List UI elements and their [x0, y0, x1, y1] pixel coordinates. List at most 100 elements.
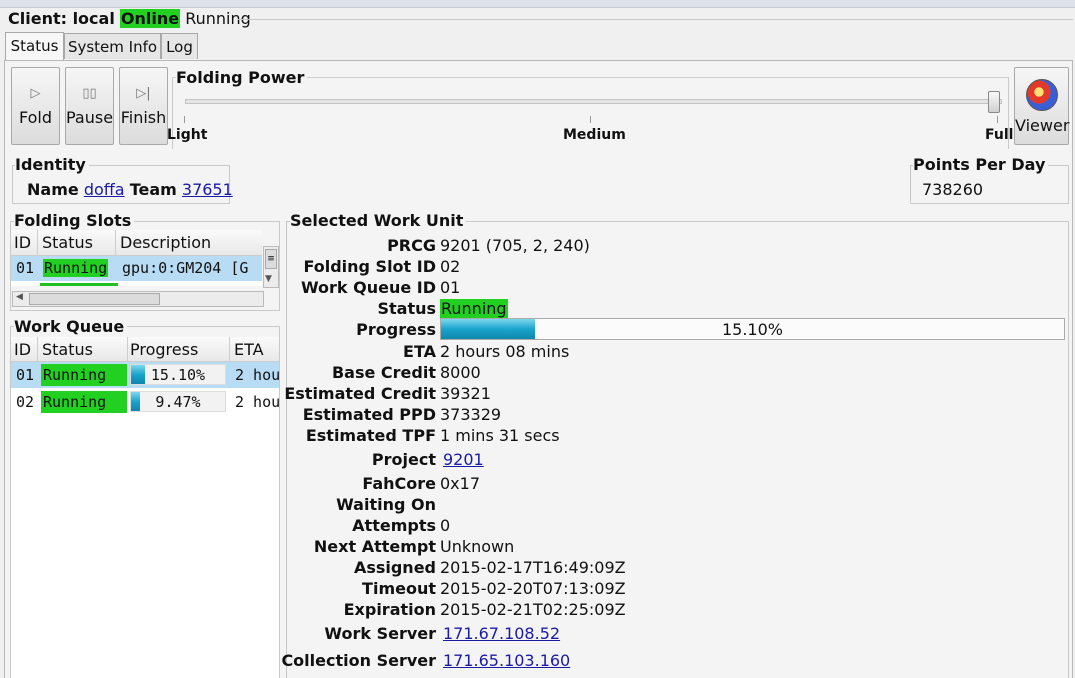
name-label: Name [27, 180, 79, 199]
col-divider [127, 337, 128, 361]
prcg-value: 9201 (705, 2, 240) [440, 236, 590, 255]
window-top-strip [0, 0, 1075, 8]
work-queue-title: Work Queue [14, 317, 128, 336]
identity-row: Name doffa Team 37651 [27, 180, 233, 199]
base-credit-label: Base Credit [331, 363, 436, 382]
pause-icon: ▯▯ [82, 86, 97, 101]
col-divider [37, 230, 38, 255]
power-full-label: Full [985, 127, 1014, 143]
tick-light [184, 116, 185, 123]
estimated-credit-value: 39321 [440, 384, 491, 403]
folding-power-title: Folding Power [176, 68, 308, 87]
slot-id-value: 02 [440, 257, 461, 276]
status-label: Status [377, 299, 436, 318]
slots-horizontal-scrollbar[interactable]: ◀ [12, 291, 264, 307]
scroll-down-icon[interactable]: ▼ [265, 274, 272, 284]
ppd-title: Points Per Day [913, 155, 1049, 174]
viewer-button[interactable]: Viewer [1014, 67, 1069, 145]
status-value: Running [440, 299, 508, 318]
table-row[interactable]: 02 Running 9.47% 2 hou [11, 389, 279, 415]
queue-eta: 2 hou [235, 393, 279, 411]
estimated-credit-label: Estimated Credit [284, 384, 436, 403]
queue-id: 02 [16, 393, 35, 411]
estimated-tpf-label: Estimated TPF [305, 426, 436, 445]
queue-col-status[interactable]: Status [42, 340, 93, 359]
fahcore-label: FahCore [362, 474, 436, 493]
wu-progress-bar: 15.10% [440, 318, 1065, 340]
collection-server-label: Collection Server [281, 651, 436, 670]
table-row[interactable]: 01 Running gpu:0:GM204 [G [11, 256, 262, 281]
queue-col-progress[interactable]: Progress [130, 340, 198, 359]
fold-label: Fold [18, 108, 53, 127]
work-server-label: Work Server [324, 624, 436, 643]
queue-id: 01 [16, 366, 35, 384]
work-server-link[interactable]: 171.67.108.52 [443, 624, 560, 643]
estimated-ppd-label: Estimated PPD [302, 405, 436, 424]
wu-progress-text: 15.10% [721, 320, 783, 339]
attempts-label: Attempts [352, 516, 436, 535]
progress-label: Progress [356, 320, 436, 339]
slots-vertical-scrollbar[interactable]: ≡ ▼ [263, 246, 279, 288]
base-credit-value: 8000 [440, 363, 481, 382]
collection-server-link[interactable]: 171.65.103.160 [443, 651, 570, 670]
waiting-on-label: Waiting On [336, 495, 436, 514]
folding-slots-title: Folding Slots [14, 211, 135, 230]
tab-log[interactable]: Log [161, 33, 198, 59]
pause-button[interactable]: ▯▯ Pause [65, 67, 114, 145]
queue-eta: 2 hou [235, 366, 279, 384]
slot-id: 01 [16, 259, 35, 277]
header-divider [238, 19, 1073, 20]
table-row[interactable]: 01 Running 15.10% 2 hou [11, 362, 279, 388]
power-slider-thumb[interactable] [988, 91, 1000, 113]
play-icon: ▷ [30, 86, 41, 101]
power-light-label: Light [167, 127, 208, 143]
scroll-thumb-icon[interactable]: ≡ [265, 249, 277, 269]
queue-progress-bar: 9.47% [130, 391, 226, 412]
tick-full [997, 116, 998, 123]
finish-label: Finish [120, 108, 167, 127]
tab-status[interactable]: Status [5, 32, 64, 60]
h-scroll-thumb[interactable] [29, 293, 160, 305]
selected-work-unit-title: Selected Work Unit [290, 211, 467, 230]
client-label: Client: local [8, 9, 115, 28]
finish-button[interactable]: ▷| Finish [119, 67, 168, 145]
power-slider-track[interactable] [185, 99, 1002, 104]
prcg-label: PRCG [387, 236, 436, 255]
tab-system-info[interactable]: System Info [64, 33, 161, 59]
queue-table: ID Status Progress ETA 01 Running 15.10%… [11, 337, 279, 678]
next-attempt-value: Unknown [440, 537, 515, 556]
timeout-label: Timeout [362, 579, 436, 598]
project-link[interactable]: 9201 [443, 450, 484, 469]
slots-col-description[interactable]: Description [120, 233, 211, 252]
scroll-left-icon[interactable]: ◀ [16, 292, 23, 302]
col-divider [229, 337, 230, 361]
power-medium-label: Medium [563, 127, 626, 143]
fold-button[interactable]: ▷ Fold [11, 67, 60, 145]
attempts-value: 0 [440, 516, 451, 535]
queue-status: Running [41, 391, 127, 413]
eta-value: 2 hours 08 mins [440, 342, 570, 361]
tick-medium [590, 116, 591, 123]
name-link[interactable]: doffa [84, 180, 125, 199]
ppd-value: 738260 [922, 180, 984, 199]
team-link[interactable]: 37651 [182, 180, 233, 199]
queue-progress-bar: 15.10% [130, 364, 226, 385]
slots-col-id[interactable]: ID [14, 233, 31, 252]
next-attempt-label: Next Attempt [313, 537, 436, 556]
team-label: Team [129, 180, 177, 199]
queue-id-value: 01 [440, 278, 461, 297]
project-label: Project [371, 450, 436, 469]
slot-status-underline [40, 283, 118, 286]
queue-progress-text: 9.47% [155, 393, 201, 411]
expiration-label: Expiration [343, 600, 436, 619]
assigned-label: Assigned [353, 558, 436, 577]
slots-table: ID Status Description 01 Running gpu:0:G… [11, 230, 262, 286]
finish-icon: ▷| [136, 86, 151, 101]
viewer-label: Viewer [1015, 116, 1070, 135]
queue-col-id[interactable]: ID [14, 340, 31, 359]
queue-col-eta[interactable]: ETA [234, 340, 264, 359]
assigned-value: 2015-02-17T16:49:09Z [440, 558, 626, 577]
queue-id-label: Work Queue ID [300, 278, 436, 297]
slots-col-status[interactable]: Status [42, 233, 93, 252]
protein-globe-icon [1026, 79, 1058, 111]
